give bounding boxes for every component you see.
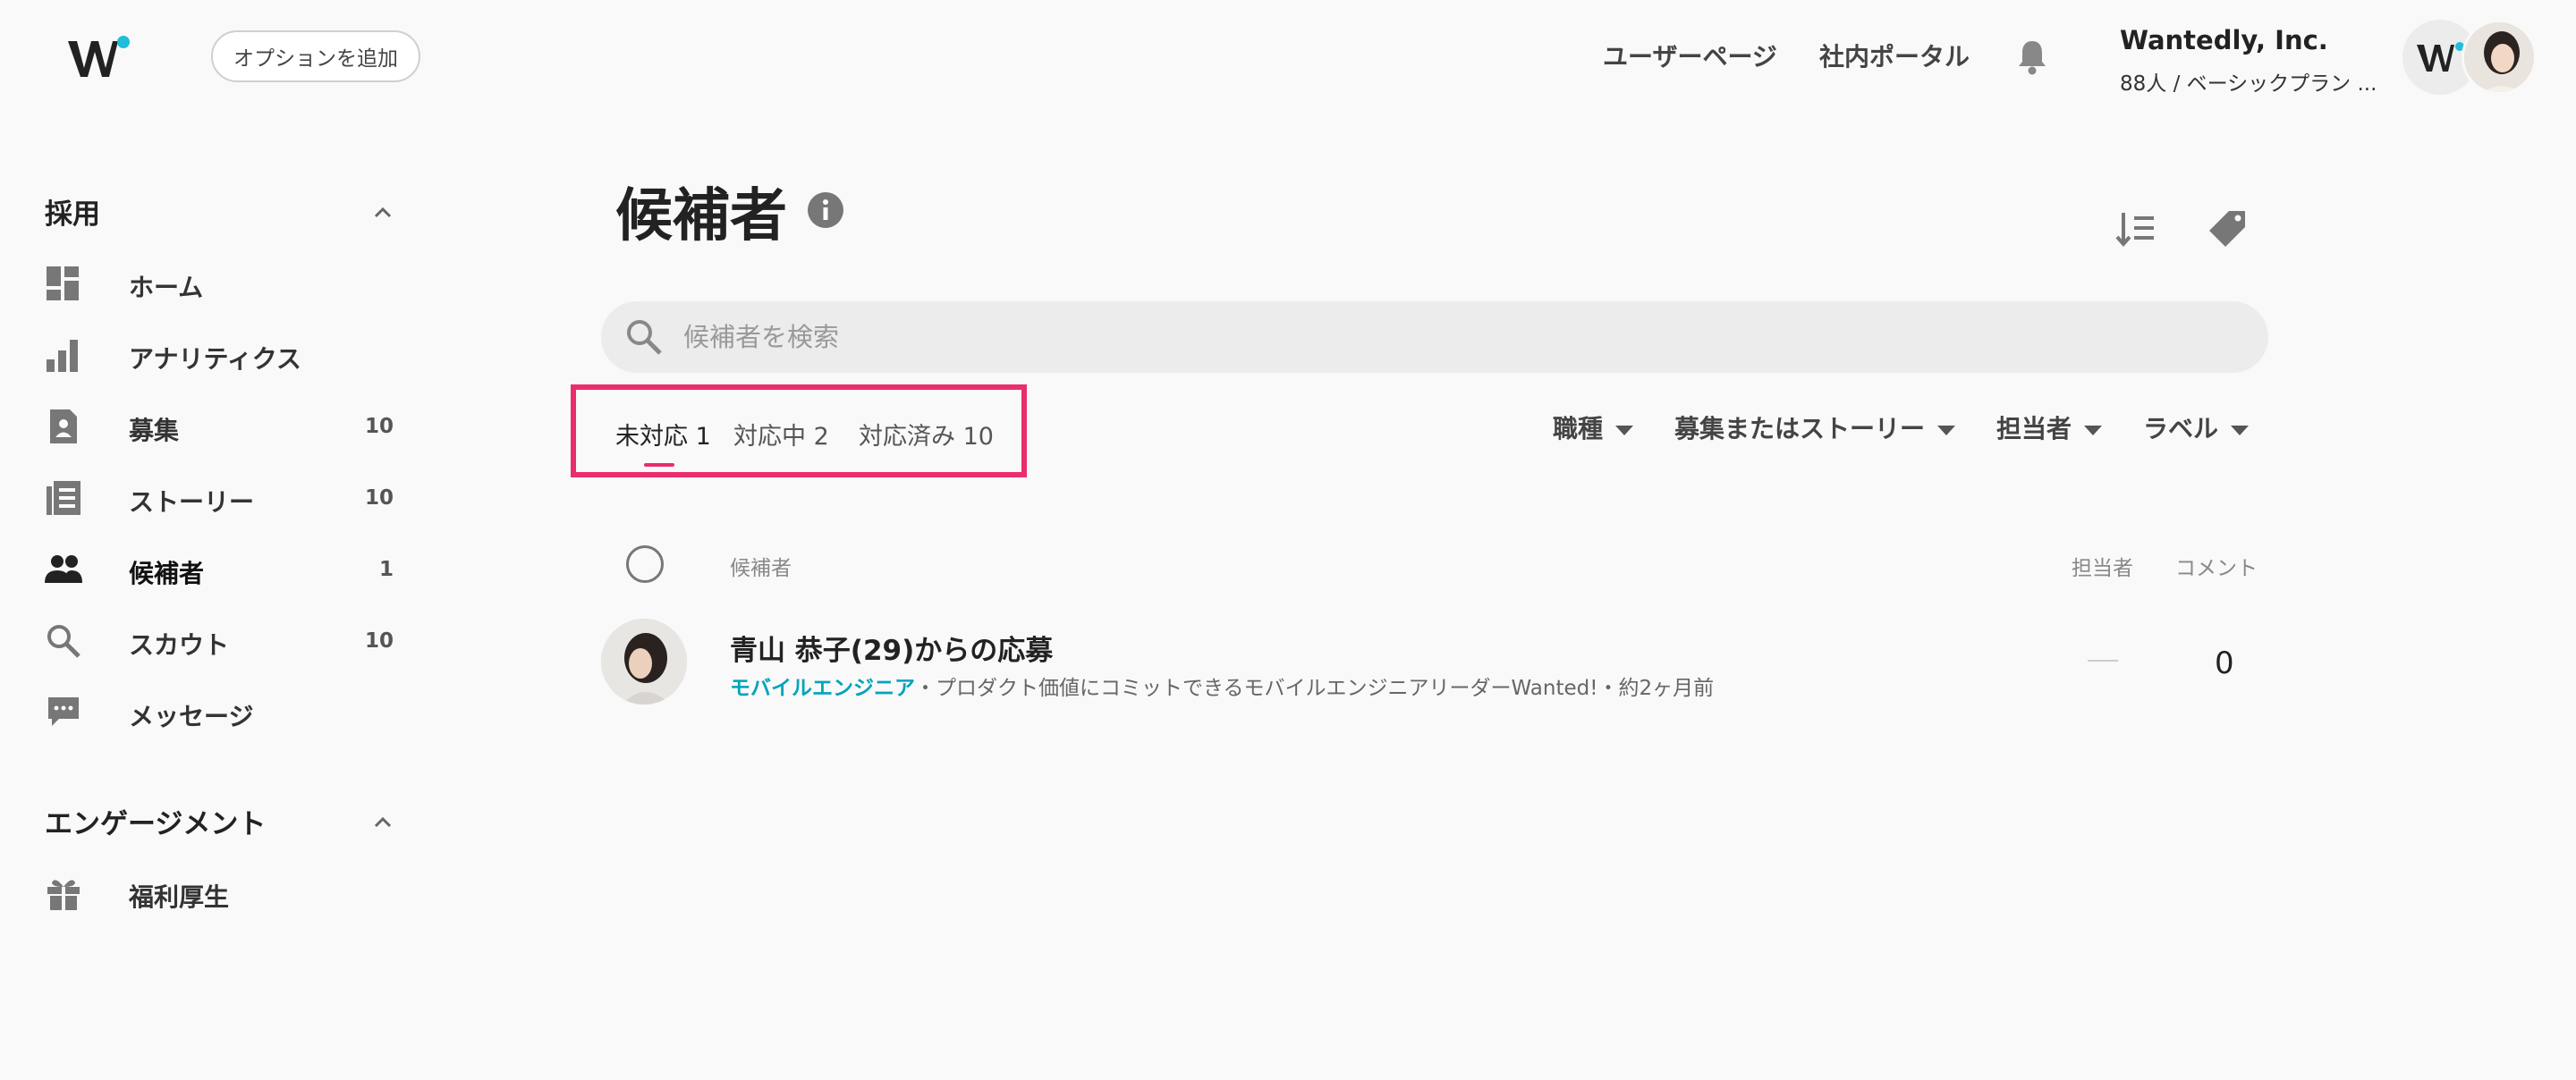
user-page-link[interactable]: ユーザーページ: [1603, 38, 1777, 73]
candidate-avatar[interactable]: [601, 619, 687, 705]
column-header-candidate: 候補者: [730, 557, 792, 580]
sidebar-item-count: 1: [378, 558, 394, 581]
caret-down-icon: [1937, 425, 1956, 435]
page: オプションを追加 ユーザーページ 社内ポータル Wantedly, Inc. 8…: [0, 0, 2576, 1080]
search-icon: [627, 320, 662, 355]
sidebar-item-count: 10: [364, 629, 394, 653]
sidebar-item-label: ストーリー: [129, 487, 255, 517]
application-detail: ・プロダクト価値にコミットできるモバイルエンジニアリーダーWanted!・約2ヶ…: [915, 677, 1715, 700]
company-plan: 88人 / ベーシックプラン ...: [2120, 72, 2377, 96]
sidebar-item-candidates[interactable]: 候補者 1: [0, 538, 429, 601]
people-icon: [45, 555, 82, 583]
filter-label: 職種: [1553, 414, 1604, 443]
sidebar-item-label: ホーム: [129, 273, 204, 302]
job-title-link[interactable]: モバイルエンジニア: [730, 677, 915, 700]
story-icon: [47, 481, 80, 515]
internal-portal-link[interactable]: 社内ポータル: [1819, 38, 1970, 73]
sidebar-item-jobs[interactable]: 募集 10: [0, 395, 429, 458]
bell-icon[interactable]: [2014, 38, 2050, 75]
filter-assignee[interactable]: 担当者: [1996, 409, 2103, 445]
sidebar-item-label: メッセージ: [129, 702, 254, 731]
user-avatar[interactable]: [2462, 20, 2537, 95]
company-name[interactable]: Wantedly, Inc.: [2120, 25, 2328, 55]
sidebar-item-scout[interactable]: スカウト 10: [0, 610, 429, 672]
chevron-up-icon[interactable]: [370, 204, 395, 220]
filter-post-or-story[interactable]: 募集またはストーリー: [1674, 409, 1956, 445]
filter-label: 担当者: [1996, 414, 2072, 443]
select-all-checkbox[interactable]: [626, 545, 664, 583]
caret-down-icon: [1615, 425, 1634, 435]
filter-label-dropdown[interactable]: ラベル: [2143, 409, 2250, 445]
user-photo-icon: [2464, 22, 2534, 92]
search-input[interactable]: [683, 301, 2240, 373]
assignee-empty[interactable]: [2088, 660, 2118, 662]
sidebar-item-label: 福利厚生: [129, 882, 230, 912]
comment-count: 0: [2215, 645, 2234, 681]
sidebar-item-label: 募集: [129, 416, 180, 445]
sidebar-item-count: 10: [364, 415, 394, 438]
tab-in-progress[interactable]: 対応中 2: [733, 417, 829, 451]
bar-chart-icon: [47, 340, 78, 372]
filter-label: ラベル: [2143, 414, 2219, 443]
sidebar-item-benefits[interactable]: 福利厚生: [0, 862, 429, 924]
sidebar-item-label: スカウト: [129, 630, 230, 660]
candidate-application-title[interactable]: 青山 恭子(29)からの応募: [730, 628, 1053, 668]
filter-label: 募集またはストーリー: [1674, 414, 1926, 443]
add-option-button[interactable]: オプションを追加: [211, 30, 420, 82]
search-bar[interactable]: [601, 301, 2268, 373]
sidebar-item-analytics[interactable]: アナリティクス: [0, 324, 429, 386]
sidebar-item-label: アナリティクス: [129, 344, 301, 374]
column-header-comment: コメント: [2175, 557, 2258, 580]
sort-icon[interactable]: [2114, 207, 2157, 250]
candidate-photo-icon: [601, 619, 687, 705]
sidebar-item-messages[interactable]: メッセージ: [0, 681, 429, 744]
job-post-icon: [50, 409, 77, 443]
search-icon: [47, 625, 80, 658]
dashboard-icon: [47, 266, 79, 300]
page-title: 候補者: [615, 183, 787, 249]
tab-done[interactable]: 対応済み 10: [859, 417, 994, 451]
chat-bubble-icon: [48, 697, 79, 726]
tab-unhandled[interactable]: 未対応 1: [615, 417, 711, 451]
top-header: オプションを追加 ユーザーページ 社内ポータル Wantedly, Inc. 8…: [0, 0, 2576, 111]
active-tab-indicator: [644, 463, 674, 467]
sidebar-item-label: 候補者: [129, 559, 205, 588]
section-title-engagement[interactable]: エンゲージメント: [45, 801, 266, 841]
column-header-assignee: 担当者: [2072, 557, 2133, 580]
caret-down-icon: [2231, 425, 2250, 435]
filter-job-type[interactable]: 職種: [1553, 409, 1634, 445]
gift-icon: [47, 880, 80, 910]
table-header: 候補者 担当者 コメント: [601, 536, 2268, 590]
tag-icon[interactable]: [2206, 207, 2249, 250]
sidebar-item-stories[interactable]: ストーリー 10: [0, 467, 429, 529]
sidebar-item-home[interactable]: ホーム: [0, 252, 429, 315]
caret-down-icon: [2084, 425, 2103, 435]
wantedly-logo[interactable]: [66, 34, 132, 80]
section-title-recruit[interactable]: 採用: [45, 191, 100, 232]
chevron-up-icon[interactable]: [370, 814, 395, 830]
table-row[interactable]: 青山 恭子(29)からの応募 モバイルエンジニア・プロダクト価値にコミットできる…: [601, 617, 2268, 706]
info-icon[interactable]: [807, 191, 844, 229]
sidebar-item-count: 10: [364, 486, 394, 510]
candidate-application-meta: モバイルエンジニア・プロダクト価値にコミットできるモバイルエンジニアリーダーWa…: [730, 671, 1714, 701]
